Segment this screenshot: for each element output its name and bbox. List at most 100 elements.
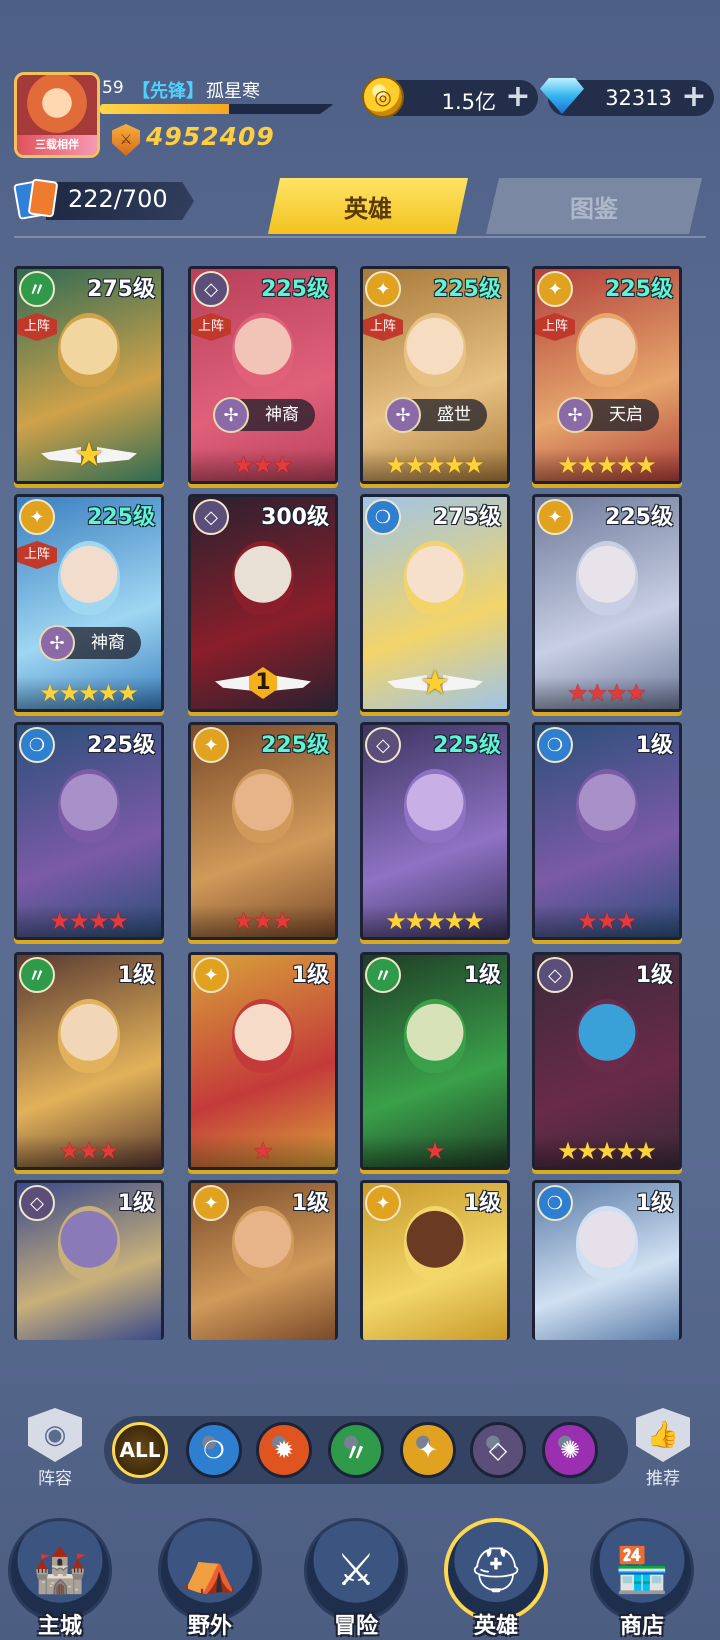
hero-card[interactable]: 〃 1级 ★ (360, 952, 510, 1170)
hero-level: 300级 (261, 505, 329, 530)
hero-face (58, 998, 120, 1073)
star-icon: ★ (252, 1137, 274, 1165)
hero-card[interactable]: ❍ 275级 ★ (360, 494, 510, 712)
hero-card[interactable]: ◇ 1级 ★ ★ ★ ★ ★ (532, 952, 682, 1170)
winged-rank-emblem: ★ (41, 437, 137, 477)
hero-card[interactable]: ✦ 225级 ★ ★ ★ ★ (532, 494, 682, 712)
nav-label: 野外 (187, 1614, 232, 1639)
hero-face (58, 1205, 120, 1280)
player-avatar[interactable]: 三载相伴 (14, 72, 100, 158)
star-icon: ★ (635, 1137, 657, 1165)
nav-shop[interactable]: 🏪 商店 (582, 1518, 702, 1640)
star-icon: ★ (271, 451, 294, 479)
skin-emblem-icon: ✢ (213, 397, 249, 433)
star-icon: ★ (385, 451, 407, 479)
hero-level: 225级 (87, 733, 155, 758)
star-icon: ★ (586, 679, 608, 707)
tab-heroes[interactable]: 英雄 (268, 178, 468, 234)
hero-level: 225级 (433, 277, 501, 302)
hero-card[interactable]: ◇ 300级 1 (188, 494, 338, 712)
hero-level: 1级 (117, 1191, 155, 1216)
hero-card[interactable]: ✦ 1级 (360, 1180, 510, 1340)
gold-amount: 1.5亿 (441, 90, 496, 114)
nav-knight-helmet[interactable]: ⛑ 英雄 (436, 1518, 556, 1640)
xp-fill (100, 104, 229, 114)
star-rating: ★ ★ ★ (17, 1135, 161, 1167)
winged-rank-emblem: 1 (215, 665, 311, 705)
filter-nature-button[interactable]: 〃 (328, 1422, 384, 1478)
hero-face (404, 768, 466, 843)
star-rating: ★ ★ ★ (535, 905, 679, 937)
star-icon: ★ (117, 679, 139, 707)
hero-card[interactable]: ◇ 1级 (14, 1180, 164, 1340)
filter-void-button[interactable]: ◇ (470, 1422, 526, 1478)
hero-card[interactable]: 〃 275级 上阵 ★ (14, 266, 164, 484)
hero-face (58, 768, 120, 843)
star-icon: ★ (596, 1137, 618, 1165)
hero-card[interactable]: ✦ 225级 上阵 神裔 ✢ ★ ★ ★ ★ ★ (14, 494, 164, 712)
hero-card[interactable]: 〃 1级 ★ ★ ★ (14, 952, 164, 1170)
light-icon: ✦ (365, 1185, 401, 1221)
star-icon: ★ (576, 907, 599, 935)
filter-chaos-button[interactable]: ✺ (542, 1422, 598, 1478)
star-icon: ★ (88, 907, 110, 935)
hero-card[interactable]: ❍ 1级 ★ ★ ★ (532, 722, 682, 940)
hero-card[interactable]: ❍ 225级 ★ ★ ★ ★ (14, 722, 164, 940)
sword-icon: ⚔ (336, 1544, 376, 1596)
star-icon: ★ (557, 1137, 579, 1165)
hero-card[interactable]: ✦ 1级 ★ (188, 952, 338, 1170)
star-icon: ★ (424, 1137, 446, 1165)
filter-fire-button[interactable]: ✹ (256, 1422, 312, 1478)
hero-face (404, 312, 466, 387)
star-icon: ★ (97, 1137, 120, 1165)
nav-castle[interactable]: 🏰 主城 (0, 1518, 120, 1640)
hero-card[interactable]: ◇ 225级 上阵 神裔 ✢ ★ ★ ★ (188, 266, 338, 484)
deck-card-front (27, 178, 59, 218)
recommend-button[interactable]: 👍 推荐 (628, 1408, 698, 1489)
nav-sword[interactable]: ⚔ 冒险 (296, 1518, 416, 1640)
hero-level: 225级 (87, 505, 155, 530)
nav-wilds[interactable]: ⛺ 野外 (150, 1518, 270, 1640)
hero-card[interactable]: ✦ 225级 ★ ★ ★ (188, 722, 338, 940)
hero-level: 225级 (605, 277, 673, 302)
hero-face (576, 1205, 638, 1280)
light-icon: ✦ (537, 499, 573, 535)
tab-codex[interactable]: 图鉴 (486, 178, 702, 234)
gem-amount: 32313 (605, 86, 672, 110)
star-rating: ★ ★ ★ ★ ★ (535, 449, 679, 481)
water-icon: ❍ (537, 1185, 573, 1221)
star-icon: ★ (424, 451, 446, 479)
hero-card[interactable]: ✦ 225级 上阵 天启 ✢ ★ ★ ★ ★ ★ (532, 266, 682, 484)
add-gems-button[interactable]: + (680, 82, 708, 112)
star-icon: ★ (68, 907, 90, 935)
filter-all-button[interactable]: ALL (112, 1422, 168, 1478)
void-icon: ◇ (193, 271, 229, 307)
water-icon: ❍ (537, 727, 573, 763)
void-icon: ◇ (193, 499, 229, 535)
star-icon: ★ (615, 907, 638, 935)
star-icon: ★ (606, 679, 628, 707)
hero-card[interactable]: ❍ 1级 (532, 1180, 682, 1340)
water-icon: ❍ (365, 499, 401, 535)
chaos-icon: ✺ (559, 1436, 581, 1464)
hero-card[interactable]: ✦ 225级 上阵 盛世 ✢ ★ ★ ★ ★ ★ (360, 266, 510, 484)
hero-card[interactable]: ◇ 225级 ★ ★ ★ ★ ★ (360, 722, 510, 940)
lineup-button[interactable]: ◉ 阵容 (20, 1408, 90, 1489)
filter-water-button[interactable]: ❍ (186, 1422, 242, 1478)
hero-level: 275级 (87, 277, 155, 302)
star-rating: ★ ★ ★ ★ (17, 905, 161, 937)
star-rating: ★ ★ ★ (191, 449, 335, 481)
hero-level: 1级 (463, 1191, 501, 1216)
add-gold-button[interactable]: + (504, 82, 532, 112)
hero-face (404, 540, 466, 615)
hero-card[interactable]: ✦ 1级 (188, 1180, 338, 1340)
star-rating: ★ ★ ★ ★ ★ (535, 1135, 679, 1167)
filter-light-button[interactable]: ✦ (400, 1422, 456, 1478)
nav-label: 英雄 (473, 1614, 518, 1639)
light-icon: ✦ (193, 727, 229, 763)
star-icon: ★ (39, 679, 61, 707)
skin-emblem-icon: ✢ (385, 397, 421, 433)
star-rating: ★ ★ ★ ★ ★ (363, 449, 507, 481)
hero-level: 275级 (433, 505, 501, 530)
hero-level: 1级 (635, 1191, 673, 1216)
